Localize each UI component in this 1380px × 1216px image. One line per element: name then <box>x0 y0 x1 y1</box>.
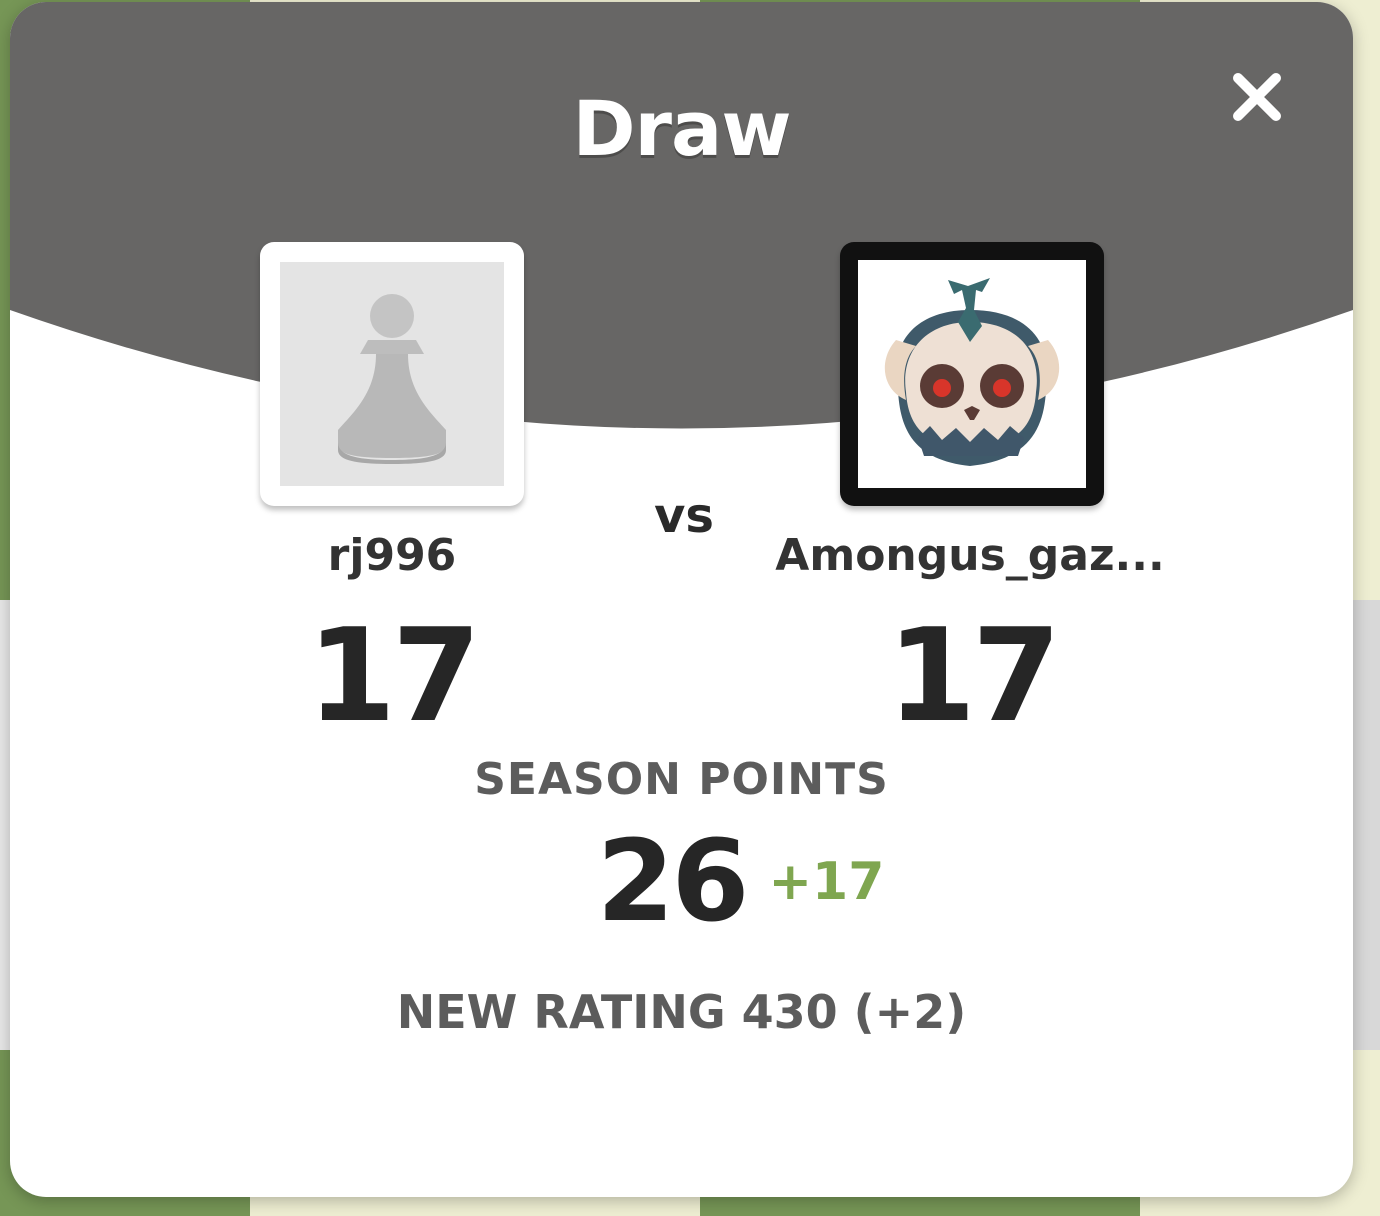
player-left-avatar[interactable] <box>260 242 524 506</box>
skull-monster-avatar <box>884 278 1060 466</box>
modal-header-background <box>10 2 1353 429</box>
season-points-label: SEASON POINTS <box>474 754 889 805</box>
close-button[interactable] <box>1228 68 1286 126</box>
game-result-modal: Draw vs rj996 Amongus_gaz... 17 17 SEASO… <box>10 2 1353 1197</box>
vs-label: vs <box>654 488 714 544</box>
result-title: Draw <box>572 84 791 173</box>
close-icon <box>1233 73 1281 121</box>
board-edge-right <box>1350 600 1380 1050</box>
season-points-row: 26 +17 <box>10 817 1353 947</box>
player-right-username[interactable]: Amongus_gaz... <box>750 530 1190 581</box>
player-right-avatar[interactable] <box>840 242 1104 506</box>
pawn-icon <box>338 294 446 464</box>
player-left-rating: 17 <box>306 602 481 751</box>
season-points-delta: +17 <box>768 852 885 912</box>
player-left-username[interactable]: rj996 <box>230 530 554 581</box>
new-rating-text: NEW RATING 430 (+2) <box>396 985 967 1039</box>
season-points-value: 26 <box>596 817 750 947</box>
player-right-rating: 17 <box>886 602 1061 751</box>
